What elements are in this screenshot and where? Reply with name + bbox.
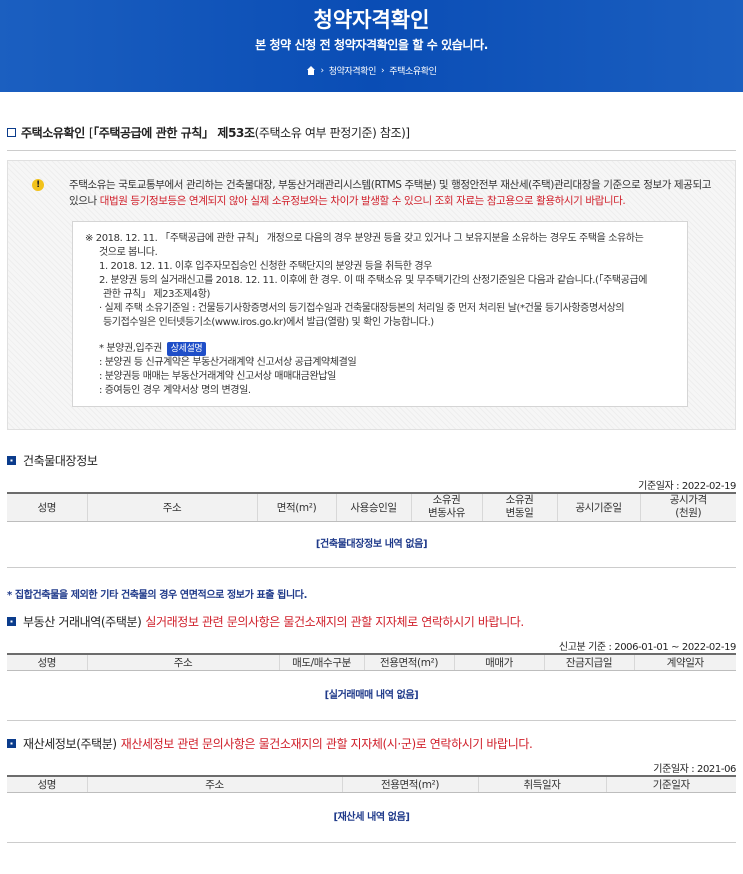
section-title: 주택소유확인 — [21, 126, 85, 140]
note-line: · 실제 주택 소유기준일 : 건물등기사항증명서의 등기접수일과 건축물대장등… — [99, 303, 625, 314]
base-date: 기준일자 : 2022-02-19 — [638, 481, 736, 492]
warning-icon: ! — [32, 179, 44, 191]
col-header: 전용면적(m²) — [341, 774, 478, 793]
base-date: 신고분 기준 : 2006-01-01 ~ 2022-02-19 — [558, 641, 736, 653]
section-notice: 실거래정보 관련 문의사항은 물건소재지의 관할 지자체로 연락하시기 바랍니다… — [145, 614, 524, 629]
notice-text: 주택소유는 국토교통부에서 관리하는 건축물대장, 부동산거래관리시스템(RTM… — [69, 179, 711, 207]
presale-heading: * 분양권,입주권 상세설명 — [85, 342, 675, 356]
rule-reference: [「주택공급에 관한 규칙」 제53조(주택소유 여부 판정기준) 참조)] — [88, 126, 410, 140]
square-bullet-icon — [7, 128, 16, 137]
col-header: 매도/매수구분 — [278, 652, 364, 671]
presale-line: : 분양권 등 신규계약은 부동산거래계약 신고서상 공급계약체결일 — [99, 357, 357, 368]
square-bullet-icon — [7, 738, 16, 748]
realestate-section-header: 부동산 거래내역(주택분) 실거래정보 관련 문의사항은 물건소재지의 관할 지… — [7, 613, 736, 630]
col-header: 면적(m²) — [256, 492, 336, 522]
building-table: 성명 주소 면적(m²) 사용승인일 소유권 변동사유 소유권 변동일 공시기준… — [7, 492, 736, 522]
presale-line: : 분양권등 매매는 부동산거래계약 신고서상 매매대금완납일 — [99, 371, 336, 382]
col-header: 주소 — [86, 492, 257, 522]
page-subtitle: 본 청약 신청 전 청약자격확인을 할 수 있습니다. — [255, 38, 488, 52]
col-header: 사용승인일 — [335, 492, 411, 522]
note-line: 것으로 봅니다. — [99, 247, 158, 258]
square-bullet-icon — [7, 456, 16, 465]
note-line: 1. 2018. 12. 11. 이후 입주자모집승인 신청한 주택단지의 분양… — [99, 261, 432, 272]
col-header: 잔금지급일 — [543, 652, 634, 671]
section-title: 부동산 거래내역(주택분) — [23, 614, 142, 629]
col-header: 성명 — [7, 652, 87, 671]
col-header: 주소 — [86, 652, 279, 671]
chevron-right-icon: › — [381, 65, 385, 76]
rule-note-card: ※ 2018. 12. 11. 「주택공급에 관한 규칙」 개정으로 다음의 경… — [72, 221, 688, 407]
note-line: ※ 2018. 12. 11. 「주택공급에 관한 규칙」 개정으로 다음의 경… — [85, 233, 644, 244]
col-header: 성명 — [7, 774, 87, 793]
col-header: 성명 — [7, 492, 87, 522]
col-header: 기준일자 — [605, 774, 736, 793]
col-header: 소유권 변동사유 — [410, 492, 482, 522]
presale-line: : 증여등인 경우 계약서상 명의 변경일. — [99, 385, 251, 396]
empty-state: [실거래매매 내역 없음] — [7, 671, 736, 721]
col-header: 공시기준일 — [556, 492, 640, 522]
ownership-section-header: 주택소유확인 [「주택공급에 관한 규칙」 제53조(주택소유 여부 판정기준)… — [7, 124, 736, 151]
col-header: 주소 — [86, 774, 342, 793]
section-title: 재산세정보(주택분) — [23, 736, 117, 751]
square-bullet-icon — [7, 616, 16, 626]
breadcrumb: › 청약자격확인 › 주택소유확인 — [0, 64, 743, 77]
chevron-right-icon: › — [320, 65, 325, 76]
col-header: 공시가격 (천원) — [639, 492, 736, 522]
section-title: 건축물대장정보 — [23, 454, 98, 468]
note-line: 2. 분양권 등의 실거래신고를 2018. 12. 11. 이후에 한 경우.… — [99, 275, 648, 286]
empty-state: [재산세 내역 없음] — [7, 793, 736, 843]
propertytax-section-header: 재산세정보(주택분) 재산세정보 관련 문의사항은 물건소재지의 관할 지자체(… — [7, 735, 736, 752]
ownership-notice-box: ! 주택소유는 국토교통부에서 관리하는 건축물대장, 부동산거래관리시스템(R… — [7, 160, 736, 430]
propertytax-table: 성명 주소 전용면적(m²) 취득일자 기준일자 — [7, 774, 736, 793]
col-header: 매매가 — [453, 652, 544, 671]
building-section-header: 건축물대장정보 — [7, 452, 736, 469]
col-header: 취득일자 — [477, 774, 606, 793]
footnote: * 집합건축물을 제외한 기타 건축물의 경우 연면적으로 정보가 표출 됩니다… — [7, 589, 307, 601]
note-line: 관한 규칙」 제23조제4항) — [103, 289, 210, 300]
realestate-table: 성명 주소 매도/매수구분 전용면적(m²) 매매가 잔금지급일 계약일자 — [7, 652, 736, 671]
home-icon[interactable] — [306, 66, 316, 75]
col-header: 전용면적(m²) — [363, 652, 454, 671]
note-line: 등기접수일은 인터넷등기소(www.iros.go.kr)에서 발급(열람) 및… — [103, 317, 434, 328]
breadcrumb-item-ownership[interactable]: 주택소유확인 — [389, 64, 437, 77]
empty-state: [건축물대장정보 내역 없음] — [7, 522, 736, 568]
col-header: 소유권 변동일 — [481, 492, 557, 522]
col-header: 계약일자 — [633, 652, 736, 671]
section-notice: 재산세정보 관련 문의사항은 물건소재지의 관할 지자체(시·군)로 연락하시기… — [120, 736, 533, 751]
breadcrumb-item-eligibility[interactable]: 청약자격확인 — [329, 64, 377, 77]
page-banner: 청약자격확인 본 청약 신청 전 청약자격확인을 할 수 있습니다. › 청약자… — [0, 0, 743, 92]
base-date: 기준일자 : 2021-06 — [653, 763, 736, 775]
detail-button[interactable]: 상세설명 — [166, 342, 207, 356]
page-title: 청약자격확인 — [313, 8, 430, 32]
